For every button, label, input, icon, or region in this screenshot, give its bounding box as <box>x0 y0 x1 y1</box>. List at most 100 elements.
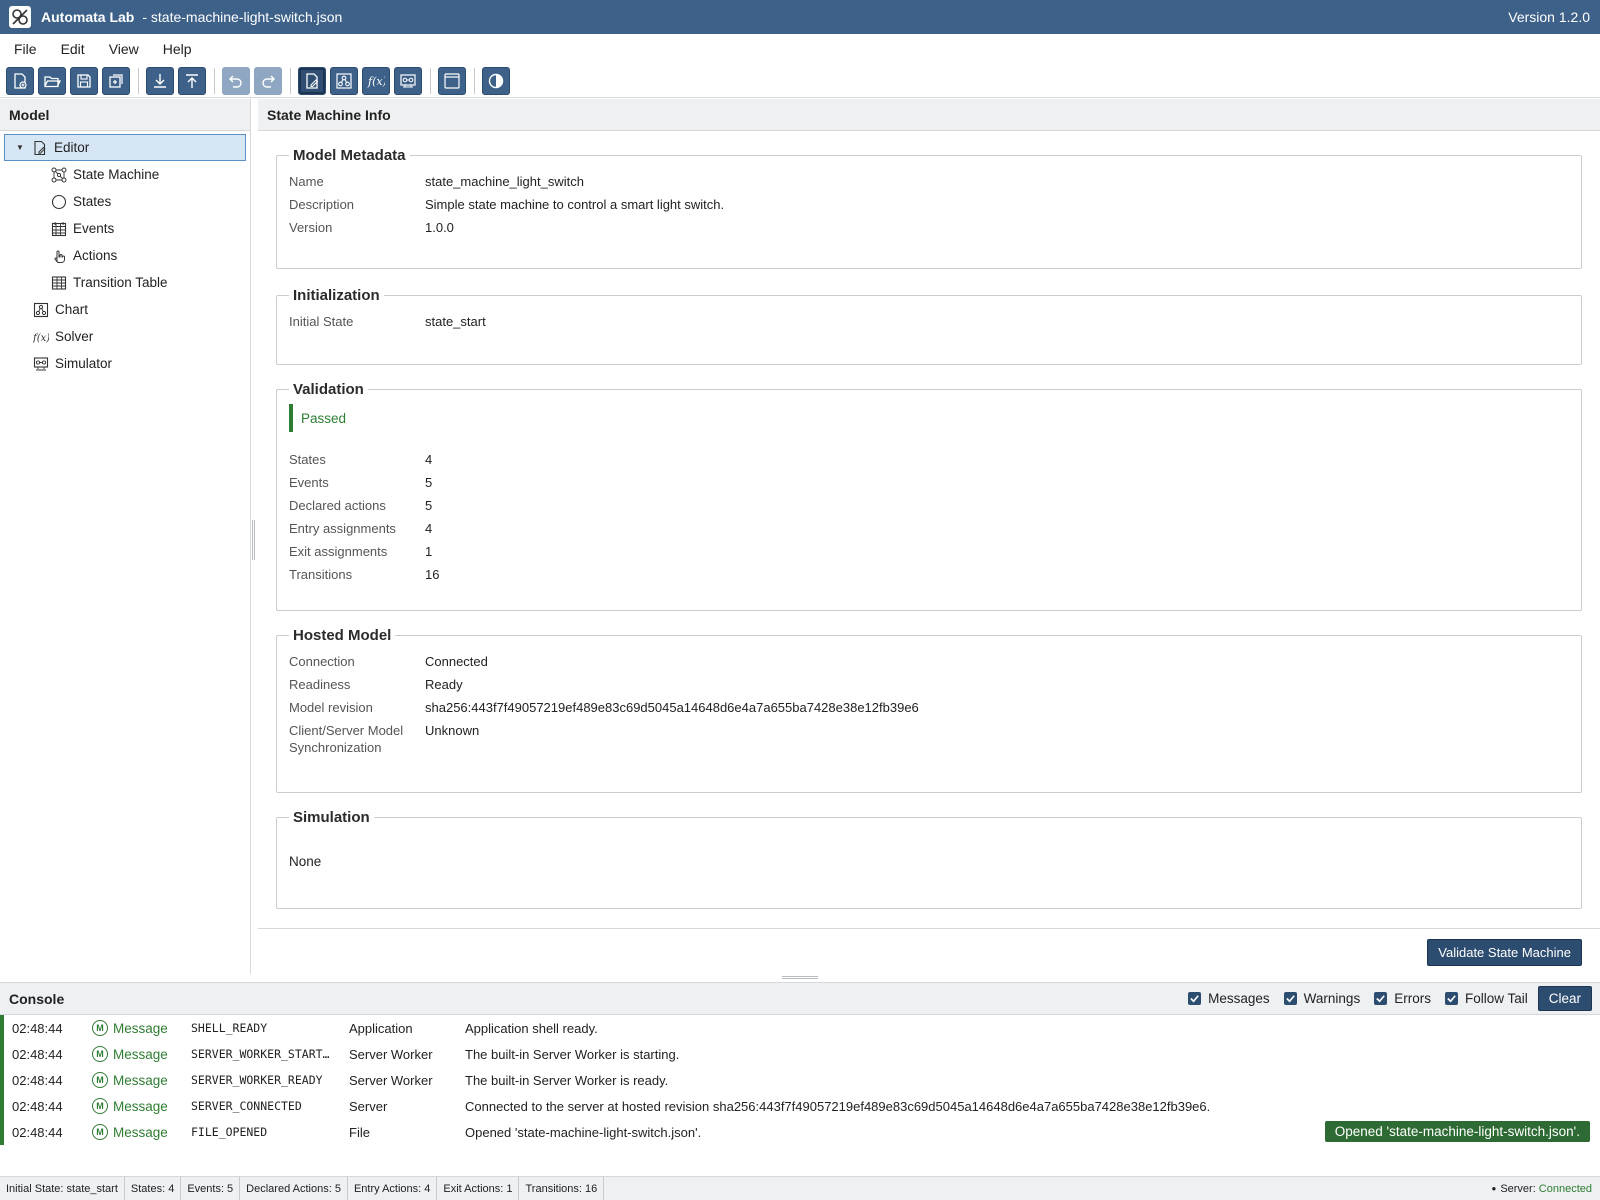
horizontal-splitter-handle[interactable] <box>782 976 818 979</box>
toolbar-separator <box>214 67 215 94</box>
field-label: Model revision <box>289 700 373 715</box>
layout-icon <box>444 72 460 89</box>
field-value: 5 <box>425 498 433 513</box>
vertical-splitter-handle[interactable] <box>252 520 255 560</box>
toolbar-separator <box>138 67 139 94</box>
filter-errors[interactable]: Errors <box>1374 991 1431 1006</box>
filter-warnings[interactable]: Warnings <box>1283 991 1361 1006</box>
log-level: M Message <box>90 1098 191 1114</box>
tree-item-states[interactable]: States <box>0 188 250 215</box>
tree-item-solver[interactable]: f(x) Solver <box>0 323 250 350</box>
log-code: SHELL_READY <box>191 1021 268 1035</box>
console-row[interactable]: 02:48:44 M Message SERVER_WORKER_READY Se… <box>0 1067 1600 1093</box>
hosted-row-model-revision: Model revision sha256:443f7f49057219ef489… <box>289 696 1569 719</box>
hosted-model-group: Hosted Model Connection Connected Readine… <box>276 627 1582 793</box>
save-as-button[interactable] <box>102 66 130 95</box>
console-row[interactable]: 02:48:44 M Message SERVER_WORKER_START… S… <box>0 1041 1600 1067</box>
log-level-label: Message <box>113 1072 168 1088</box>
tree-item-label: State Machine <box>73 167 160 182</box>
log-level-label: Message <box>113 1046 168 1062</box>
save-button[interactable] <box>70 66 98 95</box>
editor-icon <box>306 72 319 89</box>
title-bar: Automata Lab - state-machine-light-switc… <box>0 0 1600 34</box>
menu-view[interactable]: View <box>101 41 147 57</box>
chart-view-button[interactable] <box>330 66 358 95</box>
simulation-value: None <box>289 854 322 869</box>
validate-state-machine-button[interactable]: Validate State Machine <box>1427 939 1582 966</box>
theme-toggle-button[interactable] <box>482 66 510 95</box>
redo-button[interactable] <box>254 66 282 95</box>
tree-item-editor[interactable]: ▼ Editor <box>4 134 246 161</box>
checkbox-checked-icon[interactable] <box>1188 992 1202 1005</box>
theme-toggle-icon <box>488 73 504 88</box>
field-label: Description <box>289 197 355 212</box>
tree-item-label: Actions <box>73 248 118 263</box>
status-transitions: Transitions: 16 <box>519 1176 605 1200</box>
console-panel: Console Messages Warnings Errors Follow … <box>0 982 1600 1176</box>
validation-row-exit-assignments: Exit assignments 1 <box>289 540 1569 563</box>
log-source: Application <box>349 1020 413 1036</box>
menu-edit[interactable]: Edit <box>53 41 93 57</box>
simulator-view-button[interactable] <box>394 66 422 95</box>
solver-view-button[interactable]: f(x) <box>362 66 390 95</box>
tree-item-events[interactable]: Events <box>0 215 250 242</box>
open-button[interactable] <box>38 66 66 95</box>
simulator-icon <box>32 355 50 373</box>
tree-item-transition-table[interactable]: Transition Table <box>0 269 250 296</box>
field-label: States <box>289 452 326 467</box>
console-row[interactable]: 02:48:44 M Message SHELL_READY Applicatio… <box>0 1015 1600 1041</box>
state-machine-info-panel: State Machine Info Model Metadata Name st… <box>258 99 1600 974</box>
checkbox-checked-icon[interactable] <box>1283 992 1297 1005</box>
filter-follow-tail[interactable]: Follow Tail <box>1444 991 1528 1006</box>
menu-file[interactable]: File <box>6 41 45 57</box>
status-events: Events: 5 <box>181 1176 241 1200</box>
tree-item-state-machine[interactable]: State Machine <box>0 161 250 188</box>
log-source: File <box>349 1124 370 1140</box>
tree-item-label: States <box>73 194 112 209</box>
status-bar: Initial State: state_start States: 4 Eve… <box>0 1176 1600 1200</box>
tree-item-simulator[interactable]: Simulator <box>0 350 250 377</box>
tree-item-actions[interactable]: Actions <box>0 242 250 269</box>
initial-state-row: Initial State state_start <box>289 310 1569 333</box>
field-label: Entry assignments <box>289 521 396 536</box>
log-level: M Message <box>90 1046 191 1062</box>
toast-notification[interactable]: Opened 'state-machine-light-switch.json'… <box>1324 1121 1590 1142</box>
menu-help[interactable]: Help <box>155 41 200 57</box>
tree-item-label: Solver <box>55 329 94 344</box>
import-icon <box>154 73 166 88</box>
save-icon <box>77 73 91 88</box>
tree-item-chart[interactable]: Chart <box>0 296 250 323</box>
simulation-group: Simulation None <box>276 809 1582 909</box>
circle-icon <box>50 193 68 211</box>
field-value: 4 <box>425 521 433 536</box>
model-panel-title: Model <box>0 99 250 131</box>
tree-item-label: Transition Table <box>73 275 168 290</box>
new-file-button[interactable] <box>6 66 34 95</box>
export-button[interactable] <box>178 66 206 95</box>
log-time: 02:48:44 <box>12 1072 63 1088</box>
checkbox-checked-icon[interactable] <box>1374 992 1388 1005</box>
console-row[interactable]: 02:48:44 M Message SERVER_CONNECTED Serve… <box>0 1093 1600 1119</box>
toolbar: f(x) <box>0 64 1600 98</box>
log-message: Application shell ready. <box>465 1020 598 1036</box>
filter-label: Warnings <box>1303 991 1361 1006</box>
console-row[interactable]: 02:48:44 M Message FILE_OPENED File Opene… <box>0 1119 1600 1145</box>
status-entry-actions: Entry Actions: 4 <box>348 1176 438 1200</box>
editor-view-button[interactable] <box>298 66 326 95</box>
field-label: Exit assignments <box>289 544 388 559</box>
import-button[interactable] <box>146 66 174 95</box>
filter-messages[interactable]: Messages <box>1188 991 1270 1006</box>
field-label: Transitions <box>289 567 353 582</box>
sync-label-line-1: Client/Server Model <box>289 723 404 738</box>
layout-button[interactable] <box>438 66 466 95</box>
field-value: 5 <box>425 475 433 490</box>
checkbox-checked-icon[interactable] <box>1444 992 1458 1005</box>
log-source: Server Worker <box>349 1046 433 1062</box>
model-metadata-group: Model Metadata Name state_machine_light_s… <box>276 147 1582 269</box>
server-label: Server: <box>1500 1182 1536 1195</box>
tree-item-label: Simulator <box>55 356 113 371</box>
undo-button[interactable] <box>222 66 250 95</box>
caret-down-icon[interactable]: ▼ <box>15 143 25 152</box>
clear-console-button[interactable]: Clear <box>1537 986 1592 1011</box>
hosted-row-sync: Client/Server Model Synchronization Unkno… <box>289 722 1569 756</box>
